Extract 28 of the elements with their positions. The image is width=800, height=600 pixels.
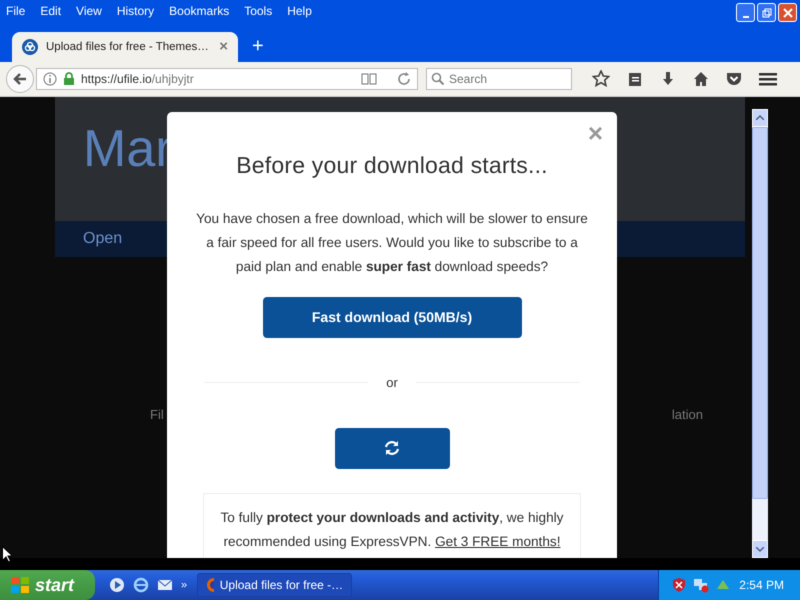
more-button[interactable]: » <box>181 579 188 591</box>
separator-text: or <box>386 374 398 390</box>
vpn-text: To fully protect your downloads and activity, we highly recommended using ExpressVPN. Get 3 FREE months! <box>220 508 564 551</box>
new-tab-button[interactable]: + <box>252 34 264 58</box>
fast-download-button[interactable]: Fast download (50MB/s) <box>262 296 522 338</box>
open-label: Open <box>83 230 122 248</box>
menu-item[interactable]: View <box>76 4 102 18</box>
dialog-message: You have chosen a free download, which will be slower to ensure a fair speed for all free users. Would you like to subscribe to a paid plan and enable super fast download speeds? <box>195 210 589 276</box>
url-text: https://ufile.io/uhjbyjtr <box>81 72 195 86</box>
menu-item[interactable]: Help <box>287 4 312 18</box>
free-months-link[interactable]: Get 3 FREE months! <box>435 534 560 549</box>
menu-item[interactable]: History <box>116 4 154 18</box>
dialog-title: Before your download starts... <box>236 152 548 179</box>
menu-item[interactable]: Tools <box>244 4 272 18</box>
clock: 2:54 PM <box>739 578 784 592</box>
background-heading: Mar <box>83 118 173 179</box>
menu-item[interactable]: File <box>6 4 26 18</box>
tab-close-button[interactable]: × <box>219 38 228 56</box>
tab-title: Upload files for free - Themes… <box>46 40 210 53</box>
taskbar-button[interactable]: Upload files for free -… <box>197 573 352 597</box>
background-text: lation <box>672 406 703 422</box>
start-button[interactable]: start <box>0 570 95 600</box>
browser-tab[interactable]: Upload files for free - Themes… × <box>12 32 238 62</box>
address-bar[interactable]: https://ufile.io/uhjbyjtr <box>36 68 418 90</box>
menu-item[interactable]: Edit <box>40 4 62 18</box>
background-text: Fil <box>150 406 164 422</box>
menu-item[interactable]: Bookmarks <box>169 4 230 18</box>
search-field[interactable]: Search <box>426 68 572 90</box>
